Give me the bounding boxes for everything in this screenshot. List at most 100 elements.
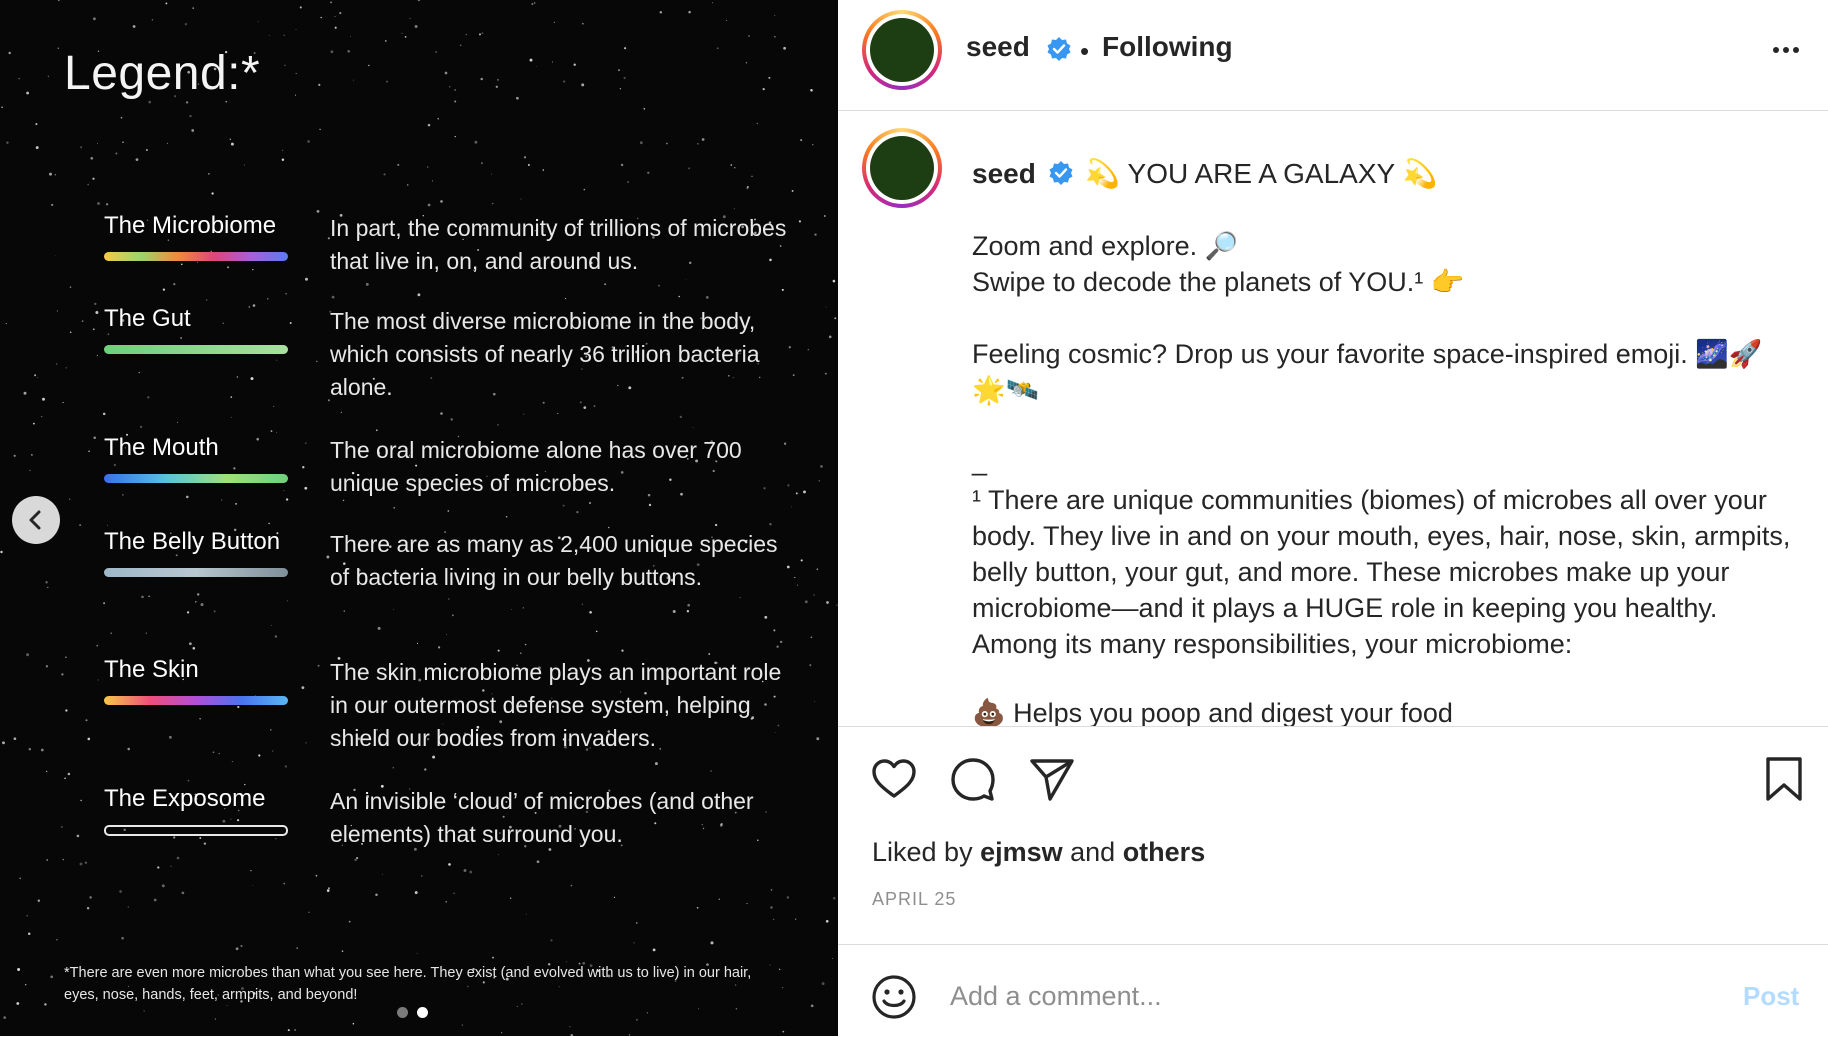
starfield-background bbox=[0, 0, 838, 1036]
star bbox=[120, 116, 123, 119]
star bbox=[80, 146, 83, 149]
avatar-story-ring[interactable] bbox=[862, 10, 942, 90]
star bbox=[141, 595, 144, 599]
star bbox=[417, 0, 421, 2]
star bbox=[88, 450, 90, 453]
star bbox=[375, 893, 378, 896]
star bbox=[301, 686, 305, 690]
star bbox=[268, 34, 270, 36]
star bbox=[274, 635, 278, 638]
star bbox=[636, 1018, 638, 1021]
star bbox=[497, 79, 499, 81]
star bbox=[206, 299, 208, 301]
star bbox=[26, 653, 30, 657]
star bbox=[595, 630, 598, 633]
star bbox=[628, 1034, 631, 1036]
star bbox=[94, 302, 97, 306]
star bbox=[42, 397, 45, 401]
star bbox=[257, 21, 259, 23]
star bbox=[832, 279, 836, 283]
star bbox=[465, 33, 468, 36]
comment-input[interactable] bbox=[948, 971, 1692, 1021]
star bbox=[65, 656, 67, 659]
star bbox=[192, 647, 196, 650]
legend-description: The skin microbiome plays an important r… bbox=[330, 659, 782, 751]
star bbox=[516, 96, 519, 100]
post-date[interactable]: APRIL 25 bbox=[872, 889, 956, 910]
star bbox=[481, 32, 484, 35]
star bbox=[276, 432, 278, 433]
star bbox=[347, 49, 351, 53]
star bbox=[58, 0, 60, 1]
star bbox=[769, 523, 772, 526]
star bbox=[26, 91, 30, 95]
star bbox=[354, 858, 357, 862]
star bbox=[248, 306, 250, 308]
liked-by-user-link[interactable]: ejmsw bbox=[980, 837, 1063, 867]
post-comment-button[interactable]: Post bbox=[1743, 981, 1799, 1012]
star bbox=[62, 402, 64, 404]
star bbox=[348, 920, 351, 923]
share-send-icon[interactable] bbox=[1028, 755, 1076, 803]
star bbox=[46, 770, 48, 772]
star bbox=[647, 171, 650, 174]
star bbox=[505, 515, 508, 518]
star bbox=[832, 896, 836, 900]
star bbox=[582, 22, 584, 25]
star bbox=[35, 146, 39, 150]
following-button[interactable]: Following bbox=[1102, 31, 1233, 63]
star bbox=[383, 173, 386, 176]
star bbox=[553, 21, 555, 23]
star bbox=[350, 35, 351, 37]
star bbox=[593, 405, 596, 408]
caption-header: seed 💫 YOU ARE A GALAXY 💫 bbox=[972, 157, 1437, 190]
slide-footnote: *There are even more microbes than what … bbox=[64, 965, 752, 1003]
star bbox=[562, 80, 566, 83]
star bbox=[341, 950, 344, 952]
star bbox=[459, 44, 462, 47]
star bbox=[633, 942, 635, 944]
star bbox=[230, 396, 233, 398]
star bbox=[772, 918, 775, 921]
caption-area[interactable]: seed 💫 YOU ARE A GALAXY 💫 Zoom and explo… bbox=[838, 111, 1828, 726]
header-username[interactable]: seed bbox=[966, 31, 1030, 63]
emoji-smiley-icon[interactable] bbox=[870, 973, 918, 1021]
star bbox=[56, 939, 58, 941]
star bbox=[479, 33, 481, 36]
star bbox=[145, 149, 148, 151]
star bbox=[47, 75, 50, 78]
comment-bubble-icon[interactable] bbox=[949, 755, 997, 803]
star bbox=[62, 858, 64, 861]
star bbox=[168, 735, 172, 739]
star bbox=[90, 156, 94, 160]
star bbox=[520, 198, 522, 200]
caption-avatar-ring[interactable] bbox=[862, 128, 942, 208]
legend-description: The oral microbiome alone has over 700 u… bbox=[330, 437, 742, 496]
star bbox=[35, 123, 38, 126]
liked-by-others-link[interactable]: others bbox=[1123, 837, 1206, 867]
star bbox=[733, 208, 735, 210]
star bbox=[170, 865, 172, 867]
star bbox=[659, 11, 663, 14]
carousel-dot bbox=[397, 1007, 408, 1018]
star bbox=[627, 181, 629, 183]
like-heart-icon[interactable] bbox=[870, 755, 918, 803]
caption-username[interactable]: seed bbox=[972, 158, 1036, 189]
star bbox=[107, 524, 108, 526]
star bbox=[13, 737, 17, 741]
star bbox=[426, 166, 429, 168]
star bbox=[492, 202, 494, 205]
star bbox=[235, 503, 237, 505]
star bbox=[284, 64, 286, 67]
previous-slide-button[interactable] bbox=[12, 496, 60, 544]
save-bookmark-icon[interactable] bbox=[1762, 755, 1806, 803]
more-options-icon[interactable] bbox=[1766, 30, 1806, 70]
star bbox=[275, 838, 277, 840]
star bbox=[424, 768, 427, 771]
star bbox=[770, 889, 773, 891]
star bbox=[463, 869, 467, 872]
star bbox=[54, 174, 56, 176]
star bbox=[225, 100, 228, 103]
post-media[interactable]: Legend:* The Microbiome In part, the com… bbox=[0, 0, 838, 1036]
star bbox=[536, 860, 540, 864]
